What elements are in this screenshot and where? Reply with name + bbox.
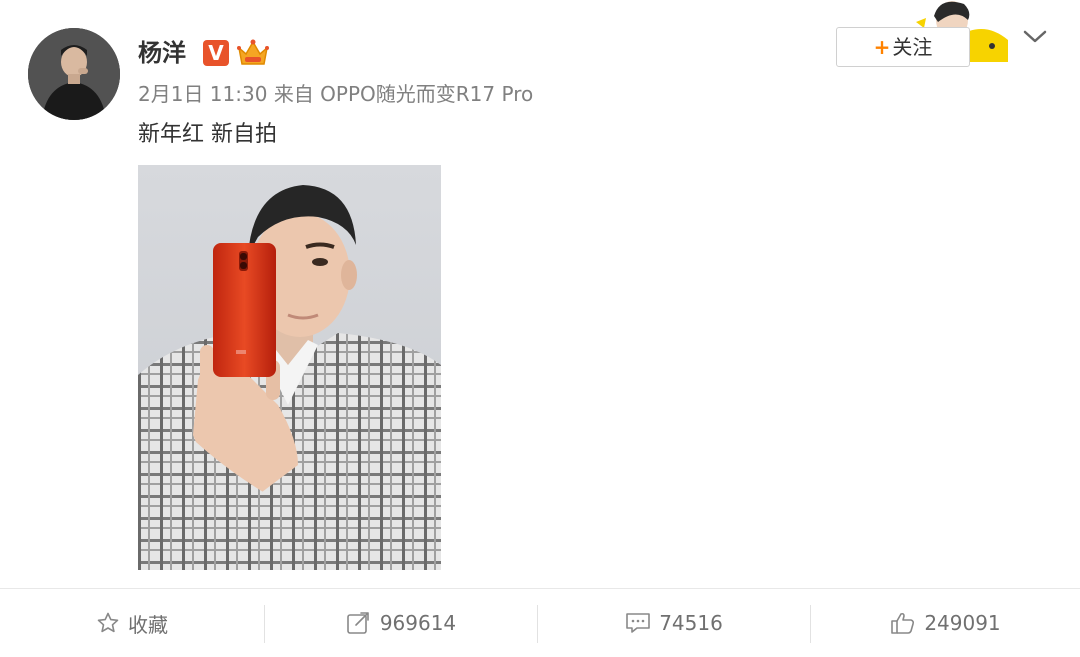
verified-badge: V [203, 40, 229, 66]
repost-count: 969614 [379, 611, 457, 635]
chevron-down-icon[interactable] [1022, 28, 1048, 46]
username[interactable]: 杨洋 [138, 38, 186, 68]
favorite-button[interactable]: 收藏 [0, 589, 264, 657]
post-date[interactable]: 2月1日 11:30 [138, 82, 267, 106]
crown-icon [236, 38, 270, 68]
follow-button[interactable]: + 关注 [836, 27, 970, 67]
post-photo[interactable] [138, 165, 441, 570]
post-actions-bar: 收藏 969614 74516 249091 [0, 588, 1080, 657]
plus-icon: + [873, 35, 891, 59]
comment-count: 74516 [659, 611, 723, 635]
follow-label: 关注 [892, 35, 933, 59]
comment-button[interactable]: 74516 [538, 589, 810, 657]
post-source[interactable]: OPPO随光而变R17 Pro [320, 82, 533, 106]
like-count: 249091 [924, 611, 1001, 635]
avatar-image [28, 28, 120, 120]
avatar[interactable] [28, 28, 120, 120]
thumbs-up-icon [891, 612, 915, 634]
post-text: 新年红 新自拍 [138, 122, 277, 147]
favorite-label: 收藏 [128, 612, 168, 637]
comment-icon [626, 613, 650, 633]
star-icon [97, 612, 119, 633]
repost-button[interactable]: 969614 [265, 589, 537, 657]
post-meta: 2月1日 11:30 来自 OPPO随光而变R17 Pro [138, 80, 533, 108]
share-icon [347, 612, 369, 634]
like-button[interactable]: 249091 [811, 589, 1080, 657]
source-prefix: 来自 [273, 82, 314, 106]
